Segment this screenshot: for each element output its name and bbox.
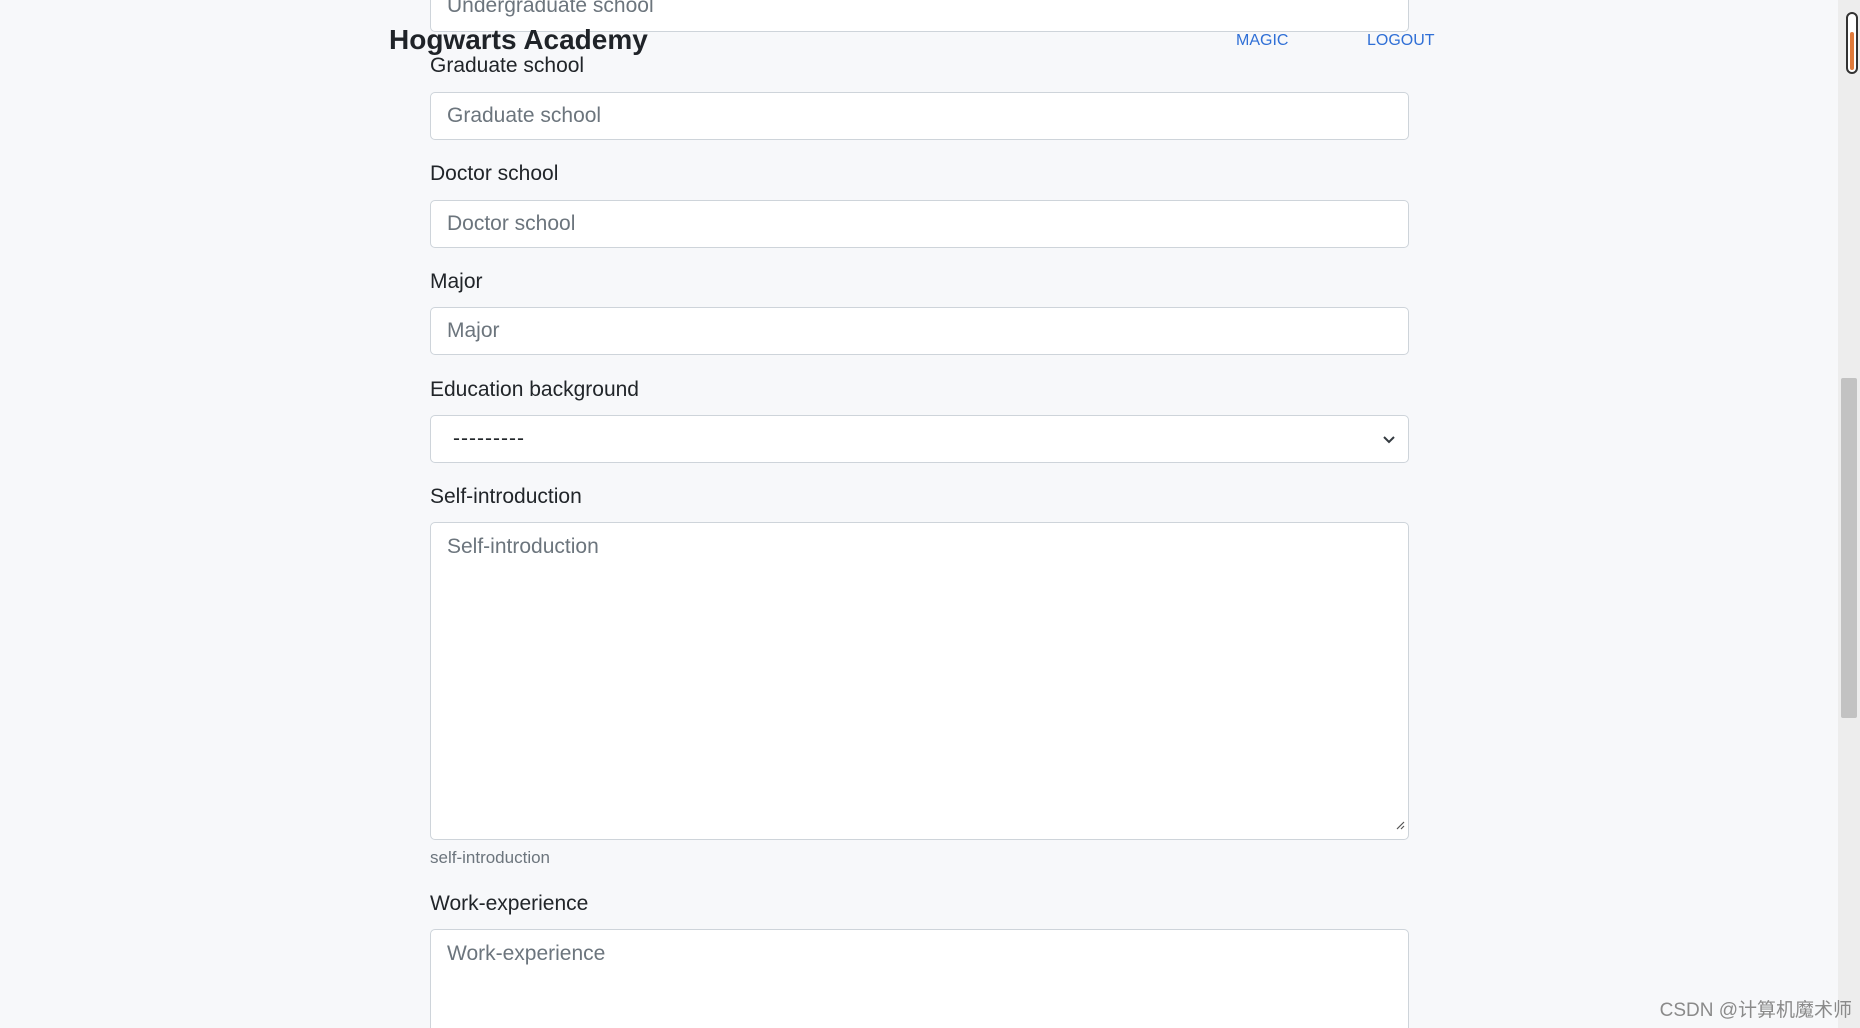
- self-introduction-label: Self-introduction: [430, 485, 582, 508]
- resize-grip-icon[interactable]: [1395, 812, 1405, 836]
- doctor-school-placeholder: Doctor school: [447, 212, 576, 235]
- watermark: CSDN @计算机魔术师: [1659, 1000, 1852, 1021]
- nav-link-magic[interactable]: MAGIC: [1236, 32, 1288, 50]
- brand-title[interactable]: Hogwarts Academy: [389, 24, 648, 56]
- work-experience-textarea[interactable]: Work-experience: [430, 929, 1409, 1028]
- work-experience-placeholder: Work-experience: [447, 942, 606, 965]
- doctor-school-label: Doctor school: [430, 162, 559, 185]
- graduate-school-placeholder: Graduate school: [447, 104, 602, 127]
- major-label: Major: [430, 270, 483, 293]
- major-input[interactable]: Major: [430, 307, 1409, 355]
- chevron-down-icon: [1382, 427, 1396, 451]
- major-placeholder: Major: [447, 319, 500, 342]
- work-experience-label: Work-experience: [430, 892, 589, 915]
- doctor-school-input[interactable]: Doctor school: [430, 200, 1409, 248]
- self-introduction-help-text: self-introduction: [430, 848, 551, 867]
- education-background-label: Education background: [430, 378, 639, 401]
- education-background-select[interactable]: ---------: [430, 415, 1409, 463]
- page-scrollbar[interactable]: [1838, 0, 1860, 1028]
- scrollbar-thumb[interactable]: [1841, 378, 1857, 718]
- self-introduction-textarea[interactable]: Self-introduction: [430, 522, 1409, 840]
- education-background-selected: ---------: [453, 427, 525, 450]
- graduate-school-input[interactable]: Graduate school: [430, 92, 1409, 140]
- thermometer-icon: [1846, 12, 1858, 74]
- nav-link-logout[interactable]: LOGOUT: [1367, 32, 1435, 50]
- self-introduction-placeholder: Self-introduction: [447, 535, 599, 558]
- thermometer-fill: [1850, 32, 1854, 70]
- undergraduate-school-placeholder: Undergraduate school: [447, 0, 654, 17]
- graduate-school-label: Graduate school: [430, 54, 585, 77]
